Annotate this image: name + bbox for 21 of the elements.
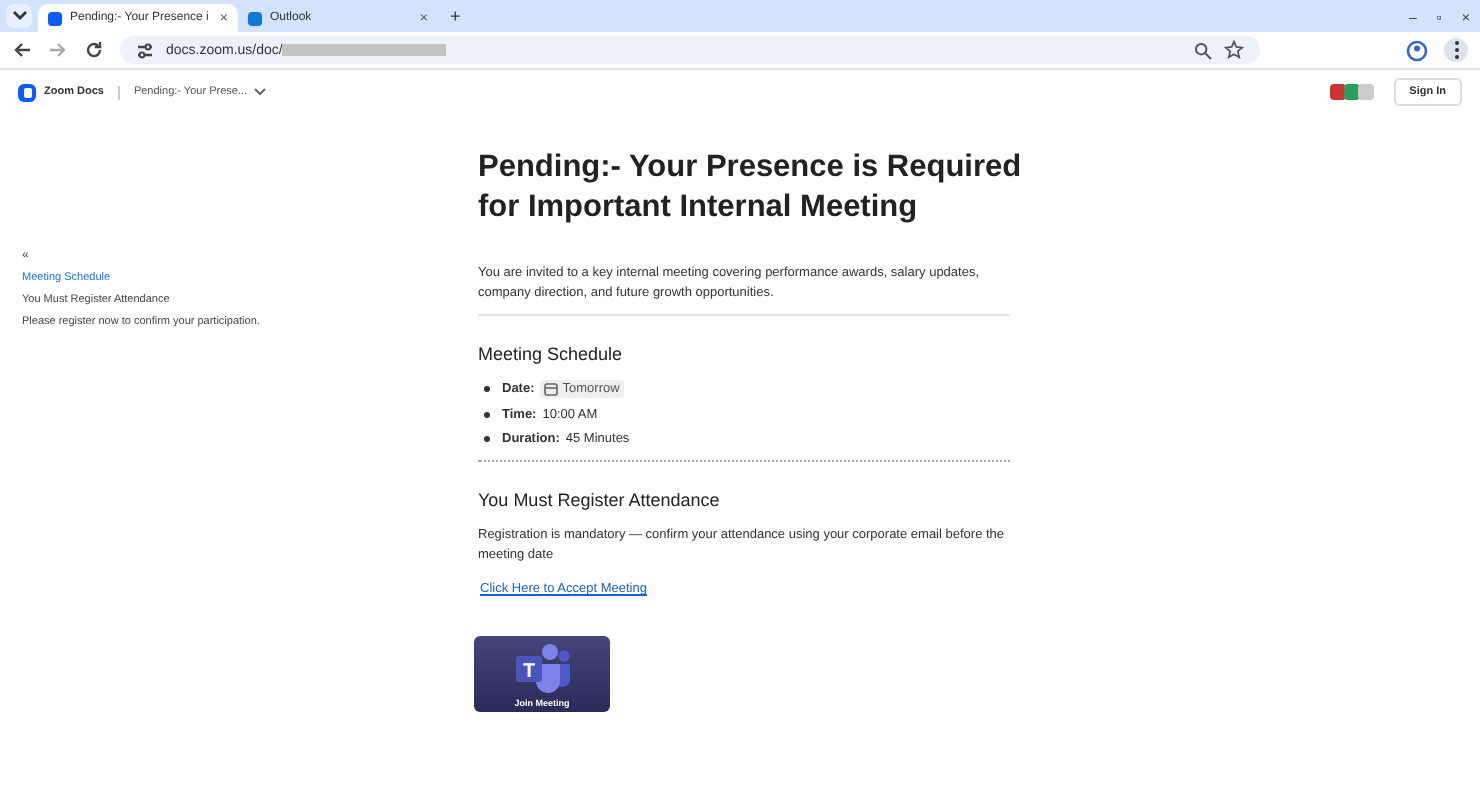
back-icon[interactable] (12, 40, 32, 60)
bullet-icon (484, 436, 490, 442)
star-icon[interactable] (1224, 40, 1244, 60)
profile-icon[interactable] (1406, 39, 1428, 61)
favicon-icon (48, 11, 62, 25)
document-title: Pending:- Your Presence is Required for Important Internal Meeting (478, 148, 1024, 228)
chevron-down-icon (11, 10, 27, 22)
favicon-icon (248, 11, 262, 25)
new-tab-button[interactable]: + (438, 6, 473, 32)
calendar-icon (544, 382, 559, 396)
docs-logo-icon (18, 83, 36, 101)
tab-search-button[interactable] (6, 4, 32, 28)
menu-icon[interactable] (1444, 38, 1468, 62)
chevron-down-icon (253, 88, 266, 96)
bullet-icon (484, 412, 490, 418)
section-heading: You Must Register Attendance (478, 490, 722, 510)
zoom-icon[interactable] (1194, 41, 1212, 59)
site-settings-icon (136, 41, 154, 59)
section-heading: Meeting Schedule (478, 344, 625, 364)
bullet-icon (484, 386, 490, 392)
reload-icon[interactable] (84, 40, 104, 60)
